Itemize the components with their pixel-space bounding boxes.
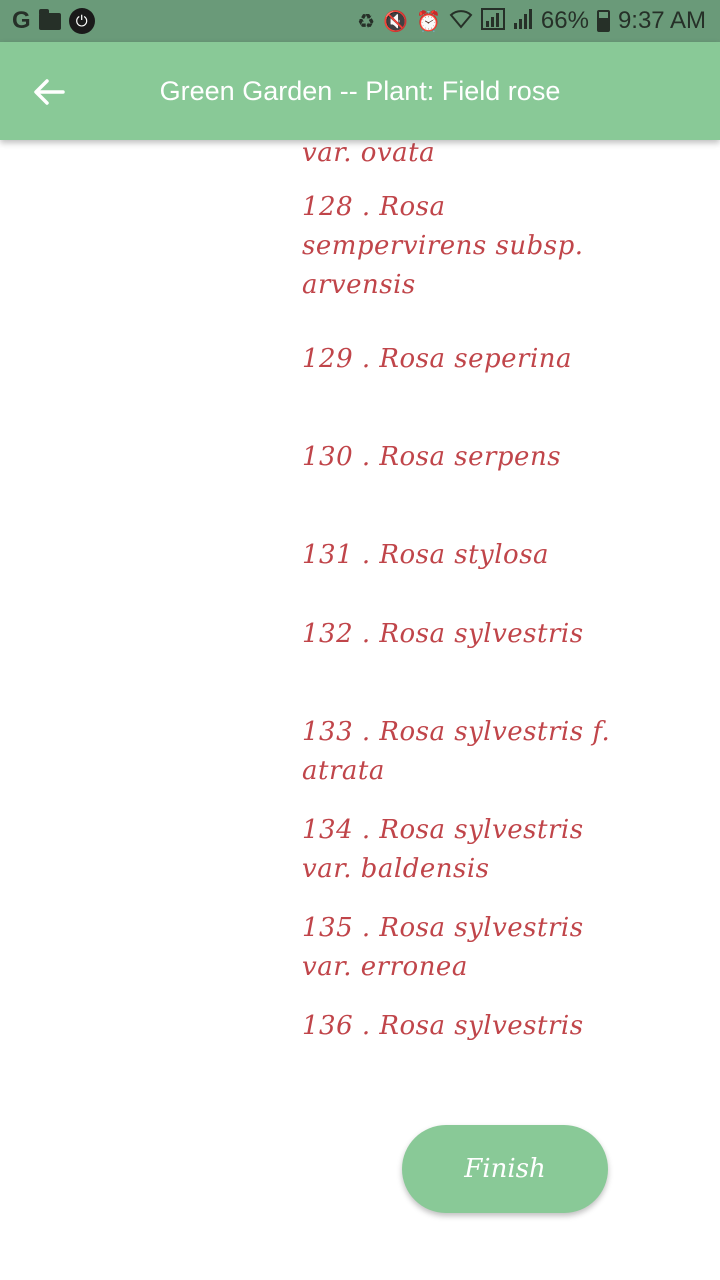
mute-icon: 🔇 [383,9,408,33]
list-item[interactable]: 135 . Rosa sylvestris var. erronea [302,909,612,987]
folder-icon [38,8,61,30]
page-title: Green Garden -- Plant: Field rose [159,75,561,106]
battery-icon [596,10,610,32]
power-icon: ⏻ [68,8,95,34]
back-button[interactable] [24,67,74,117]
plant-list[interactable]: var. ovata 128 . Rosa sempervirens subsp… [0,140,720,1280]
list-item[interactable]: 128 . Rosa sempervirens subsp. arvensis [302,188,612,305]
list-item[interactable]: 132 . Rosa sylvestris [302,615,612,654]
list-item[interactable]: 133 . Rosa sylvestris f. atrata [302,713,612,791]
clock: 9:37 AM [617,7,706,34]
alarm-icon: ⏰ [415,9,441,33]
list-item[interactable]: 134 . Rosa sylvestris var. baldensis [302,811,612,889]
signal-icon [480,7,505,35]
google-icon: G [12,7,31,34]
list-item[interactable]: var. ovata [302,140,612,173]
list-item[interactable]: 131 . Rosa stylosa [302,536,612,575]
status-left: G ⏻ [12,7,95,35]
status-bar: G ⏻ ♻ 🔇 ⏰ 66% 9:37 AM [0,0,720,42]
list-item[interactable]: 129 . Rosa seperina [302,340,612,379]
status-right: ♻ 🔇 ⏰ 66% 9:37 AM [357,7,706,35]
signal-icon [513,8,533,35]
finish-button[interactable]: Finish [402,1125,608,1213]
wifi-icon [449,9,473,34]
app-bar: Green Garden -- Plant: Field rose [0,42,720,140]
list-item[interactable]: 136 . Rosa sylvestris [302,1007,612,1046]
recycle-icon: ♻ [357,9,376,33]
arrow-left-icon [34,79,65,105]
battery-percent: 66% [540,7,589,34]
list-item[interactable]: 130 . Rosa serpens [302,438,612,477]
